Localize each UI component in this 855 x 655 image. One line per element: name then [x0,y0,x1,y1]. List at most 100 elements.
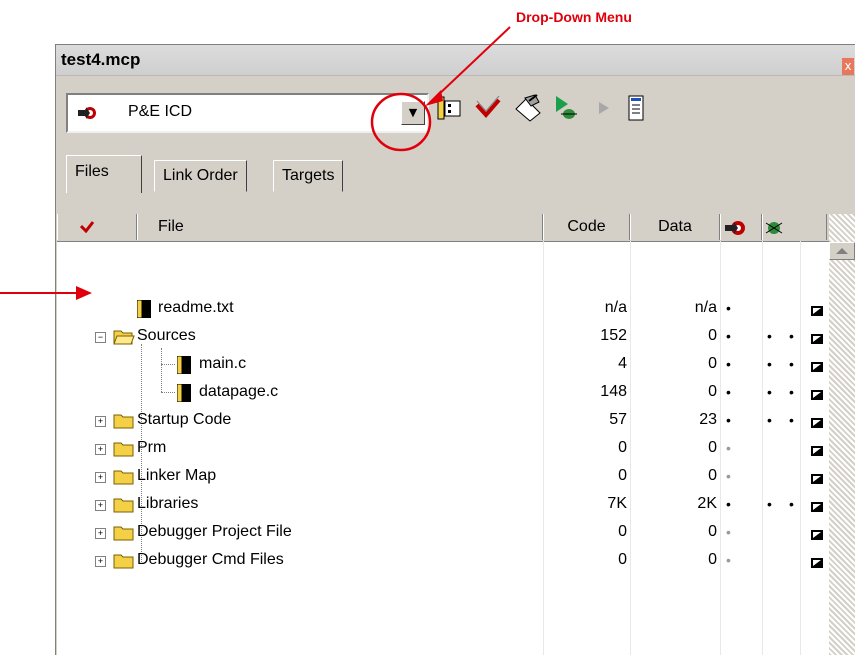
folder-row[interactable]: + Prm 0 0 • [57,436,827,464]
code-size: 148 [600,383,627,400]
target-dot: • [726,356,731,372]
code-size: 4 [618,355,627,372]
code-size: 0 [618,523,627,540]
debug-icon[interactable] [550,92,580,124]
tab-files[interactable]: Files [66,155,142,193]
code-size: 7K [607,495,627,512]
expand-toggle[interactable]: + [95,472,106,483]
interface-tag-icon[interactable] [809,528,825,540]
folder-name: Debugger Cmd Files [137,551,284,568]
file-column-header[interactable]: File [137,214,543,240]
folder-row[interactable]: + Startup Code 57 23 • • • [57,408,827,436]
interface-tag-icon[interactable] [809,388,825,400]
folder-icon [113,554,134,569]
checkmark-icon [80,221,94,233]
folder-row[interactable]: + Debugger Project File 0 0 • [57,520,827,548]
file-icon [177,384,191,402]
code-size: 0 [618,467,627,484]
target-dropdown[interactable]: P&E ICD ▼ [66,93,429,133]
folder-row[interactable]: + Libraries 7K 2K • • • [57,492,827,520]
interface-tag-icon[interactable] [809,472,825,484]
dropdown-menu-annotation: Drop-Down Menu [516,9,632,25]
run-icon[interactable] [589,92,619,124]
target-dot: • [726,496,731,512]
file-row[interactable]: readme.txt n/a n/a • [57,296,827,324]
list-header: File Code Data [57,214,855,242]
title-bar: test4.mcp x [56,45,855,76]
debug-dot: • [767,356,772,372]
data-size: 0 [708,523,717,540]
target-dot: • [726,468,731,484]
folder-name: Startup Code [137,411,232,428]
dropdown-arrow-button[interactable]: ▼ [401,101,425,125]
folder-row[interactable]: + Debugger Cmd Files 0 0 • [57,548,827,576]
make-icon[interactable] [513,92,543,124]
folder-name: Sources [137,327,196,344]
expand-toggle[interactable]: + [95,416,106,427]
code-size: 0 [618,439,627,456]
data-size: 0 [708,467,717,484]
interface-tag-icon[interactable] [809,332,825,344]
code-size: 57 [609,411,627,428]
tab-link-order[interactable]: Link Order [154,160,247,192]
interface-tag-icon[interactable] [809,500,825,512]
folder-row[interactable]: + Linker Map 0 0 • [57,464,827,492]
interface-tag-icon[interactable] [809,416,825,428]
target-dot: • [726,384,731,400]
target-dot: • [726,300,731,316]
debug-dot: • [767,328,772,344]
code-size: 0 [618,551,627,568]
expand-toggle[interactable]: + [95,556,106,567]
interface-tag-icon[interactable] [809,556,825,568]
target-dot: • [726,412,731,428]
folder-icon [113,442,134,457]
vertical-scrollbar[interactable] [829,214,855,655]
debug-column-header[interactable] [762,214,827,240]
debug-dot: • [789,328,794,344]
collapse-toggle[interactable]: − [95,332,106,343]
data-size: 23 [699,411,717,428]
data-size: 0 [708,551,717,568]
debug-dot: • [789,412,794,428]
folder-row[interactable]: − Sources 152 0 • • • [57,324,827,352]
settings-icon[interactable] [434,92,464,124]
debug-dot: • [789,384,794,400]
target-dot: • [726,524,731,540]
file-icon [177,356,191,374]
code-size: 152 [600,327,627,344]
data-size: 0 [708,439,717,456]
interface-tag-icon[interactable] [809,304,825,316]
project-window: test4.mcp x P&E ICD ▼ Files Link Order T… [55,44,855,655]
target-dot: • [726,328,731,344]
folder-icon [113,470,134,485]
scroll-up-button[interactable] [829,242,855,260]
synchronize-icon[interactable] [472,92,502,124]
touch-column-header[interactable] [57,214,137,240]
open-folder-icon [113,330,135,345]
file-row[interactable]: datapage.c 148 0 • • • [57,380,827,408]
close-button[interactable]: x [842,58,854,75]
data-column-header[interactable]: Data [630,214,720,240]
target-icon [78,107,96,119]
folder-name: Debugger Project File [137,523,292,540]
project-inspector-icon[interactable] [621,92,651,124]
code-size: n/a [604,299,627,316]
folder-name: Prm [137,439,167,456]
folder-name: Libraries [137,495,199,512]
target-column-header[interactable] [720,214,762,240]
data-size: 0 [708,383,717,400]
project-toolbar: P&E ICD ▼ [56,76,855,133]
interface-tag-icon[interactable] [809,444,825,456]
interface-tag-icon[interactable] [809,360,825,372]
file-row[interactable]: main.c 4 0 • • • [57,352,827,380]
window-title: test4.mcp [61,50,141,69]
code-column-header[interactable]: Code [543,214,630,240]
expand-toggle[interactable]: + [95,500,106,511]
folder-icon [113,414,134,429]
expand-toggle[interactable]: + [95,528,106,539]
expand-toggle[interactable]: + [95,444,106,455]
target-dropdown-value: P&E ICD [128,103,193,120]
tab-targets[interactable]: Targets [273,160,344,192]
file-list: File Code Data readme.txt n/a n/a • − So… [57,214,855,655]
debug-dot: • [789,496,794,512]
